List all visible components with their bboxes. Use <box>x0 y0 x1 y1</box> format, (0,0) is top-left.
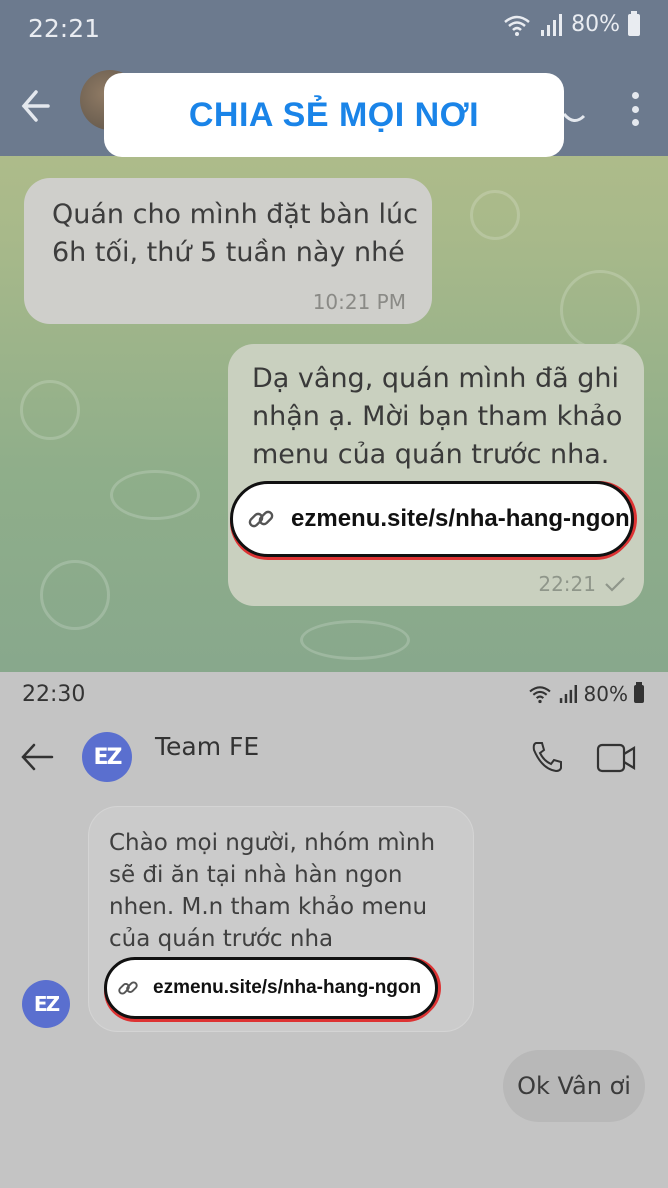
message-time-row: 22:21 <box>538 572 626 596</box>
group-avatar[interactable]: EZ <box>82 732 132 782</box>
battery-icon <box>634 682 644 703</box>
status-bar: 22:21 80% <box>0 0 668 56</box>
more-options-icon[interactable] <box>632 92 640 126</box>
back-arrow-icon[interactable] <box>20 740 54 774</box>
status-icons: 80% <box>528 682 644 706</box>
message-text: Quán cho mình đặt bàn lúc 6h tối, thứ 5 … <box>52 199 418 268</box>
wallpaper-doodle <box>110 470 200 520</box>
wallpaper-doodle <box>470 190 520 240</box>
link-icon <box>248 510 274 528</box>
wifi-icon <box>504 15 530 36</box>
signal-icon <box>541 13 563 36</box>
message-time: 22:21 <box>538 572 596 596</box>
video-call-icon[interactable] <box>596 742 636 774</box>
wallpaper-doodle <box>300 620 410 660</box>
back-arrow-icon[interactable] <box>20 86 50 126</box>
status-time: 22:30 <box>22 682 86 707</box>
wallpaper-doodle <box>560 270 640 350</box>
wallpaper-doodle <box>40 560 110 630</box>
avatar-text: EZ <box>33 992 60 1016</box>
status-time: 22:21 <box>28 14 101 43</box>
incoming-message-bubble[interactable]: Quán cho mình đặt bàn lúc 6h tối, thứ 5 … <box>24 178 432 324</box>
wallpaper-doodle <box>20 380 80 440</box>
battery-percent: 80% <box>571 12 620 37</box>
sender-avatar[interactable]: EZ <box>22 980 70 1028</box>
reply-message-bubble[interactable]: Ok Vân ơi <box>503 1050 645 1122</box>
top-screenshot: 22:21 80% CHIA SẺ MỌI NƠI Quán cho mình … <box>0 0 668 672</box>
phone-icon[interactable] <box>560 96 588 126</box>
message-time: 10:21 PM <box>312 290 406 314</box>
outgoing-message-bubble[interactable]: Dạ vâng, quán mình đã ghi nhận ạ. Mời bạ… <box>228 344 644 606</box>
battery-percent: 80% <box>583 682 628 706</box>
signal-icon <box>559 685 577 703</box>
banner-title: CHIA SẺ MỌI NƠI <box>188 95 480 134</box>
message-text: Ok Vân ơi <box>517 1072 631 1100</box>
menu-link[interactable]: ezmenu.site/s/nha-hang-ngon <box>104 957 438 1019</box>
bottom-screenshot: 22:30 80% EZ Team FE Chào mọi người, nhó… <box>0 672 668 1188</box>
message-text: Chào mọi người, nhóm mình sẽ đi ăn tại n… <box>109 830 436 952</box>
menu-link[interactable]: ezmenu.site/s/nha-hang-ngon <box>230 481 634 557</box>
avatar-text: EZ <box>93 744 123 770</box>
banner: CHIA SẺ MỌI NƠI <box>104 73 564 157</box>
status-icons: 80% <box>503 10 640 37</box>
phone-icon[interactable] <box>530 740 564 774</box>
link-url: ezmenu.site/s/nha-hang-ngon <box>153 977 422 998</box>
message-text: Dạ vâng, quán mình đã ghi nhận ạ. Mời bạ… <box>252 363 623 470</box>
chat-title[interactable]: Team FE <box>155 732 259 761</box>
link-icon <box>118 981 138 995</box>
wifi-icon <box>528 686 551 704</box>
check-icon <box>605 577 625 592</box>
battery-icon <box>628 10 640 36</box>
link-url: ezmenu.site/s/nha-hang-ngon <box>291 505 630 532</box>
